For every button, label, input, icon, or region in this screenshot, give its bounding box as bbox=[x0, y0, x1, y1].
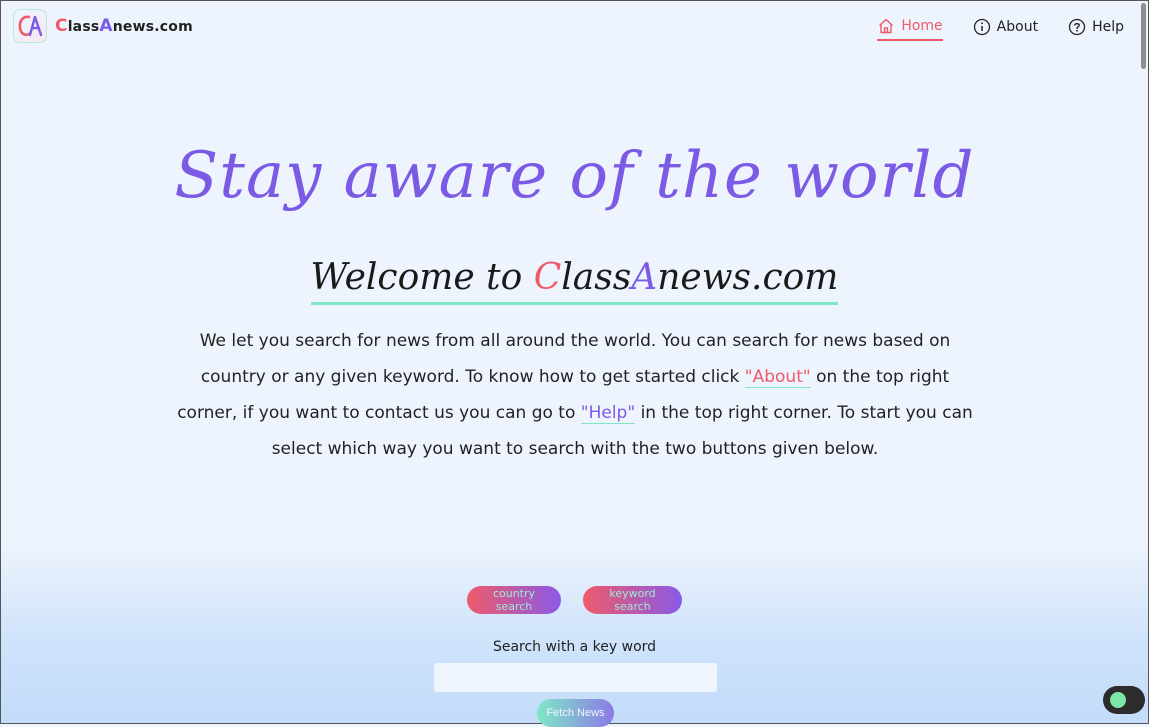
scrollbar-thumb[interactable] bbox=[1141, 3, 1146, 69]
info-icon bbox=[973, 18, 990, 36]
top-nav: ClassAnews.com Home About Help bbox=[1, 1, 1148, 57]
logo-ca-icon bbox=[18, 15, 43, 37]
welcome-mid: lass bbox=[561, 257, 632, 298]
brand-name: ClassAnews.com bbox=[55, 16, 193, 36]
welcome-prefix: Welcome to bbox=[310, 257, 534, 298]
brand-letter-a: A bbox=[99, 16, 113, 36]
welcome-inner: Welcome to ClassAnews.com bbox=[310, 257, 839, 305]
intro-paragraph: We let you search for news from all arou… bbox=[169, 323, 981, 467]
about-link[interactable]: "About" bbox=[744, 367, 811, 388]
keyword-input[interactable] bbox=[434, 663, 717, 692]
hero-title: Stay aware of the world bbox=[174, 139, 975, 213]
welcome-letter-c: C bbox=[533, 257, 562, 298]
nav-help-label: Help bbox=[1092, 19, 1124, 35]
keyword-search-button[interactable]: keyword search bbox=[583, 586, 682, 614]
search-mode-buttons: country search keyword search bbox=[1, 586, 1148, 614]
help-link[interactable]: "Help" bbox=[580, 403, 636, 424]
welcome-suffix: news.com bbox=[657, 257, 839, 298]
logo[interactable]: ClassAnews.com bbox=[13, 9, 193, 43]
scrollbar[interactable] bbox=[1140, 1, 1147, 725]
nav-help[interactable]: Help bbox=[1068, 17, 1124, 41]
nav-home[interactable]: Home bbox=[877, 17, 943, 41]
nav-home-label: Home bbox=[901, 18, 943, 34]
country-search-button[interactable]: country search bbox=[467, 586, 561, 614]
brand-part2: news.com bbox=[112, 19, 193, 35]
brand-part1: lass bbox=[67, 19, 100, 35]
welcome-heading: Welcome to ClassAnews.com bbox=[1, 257, 1148, 305]
nav-about[interactable]: About bbox=[973, 17, 1038, 41]
brand-letter-c: C bbox=[55, 16, 68, 36]
nav-menu: Home About Help bbox=[877, 17, 1124, 41]
toggle-knob bbox=[1110, 692, 1126, 708]
nav-about-label: About bbox=[996, 19, 1039, 35]
logo-mark bbox=[13, 9, 47, 43]
home-icon bbox=[879, 18, 894, 34]
help-icon bbox=[1068, 18, 1086, 36]
theme-toggle[interactable] bbox=[1103, 686, 1145, 714]
fetch-news-button[interactable]: Fetch News bbox=[537, 699, 614, 727]
welcome-letter-a: A bbox=[631, 257, 658, 298]
search-label: Search with a key word bbox=[492, 639, 657, 655]
